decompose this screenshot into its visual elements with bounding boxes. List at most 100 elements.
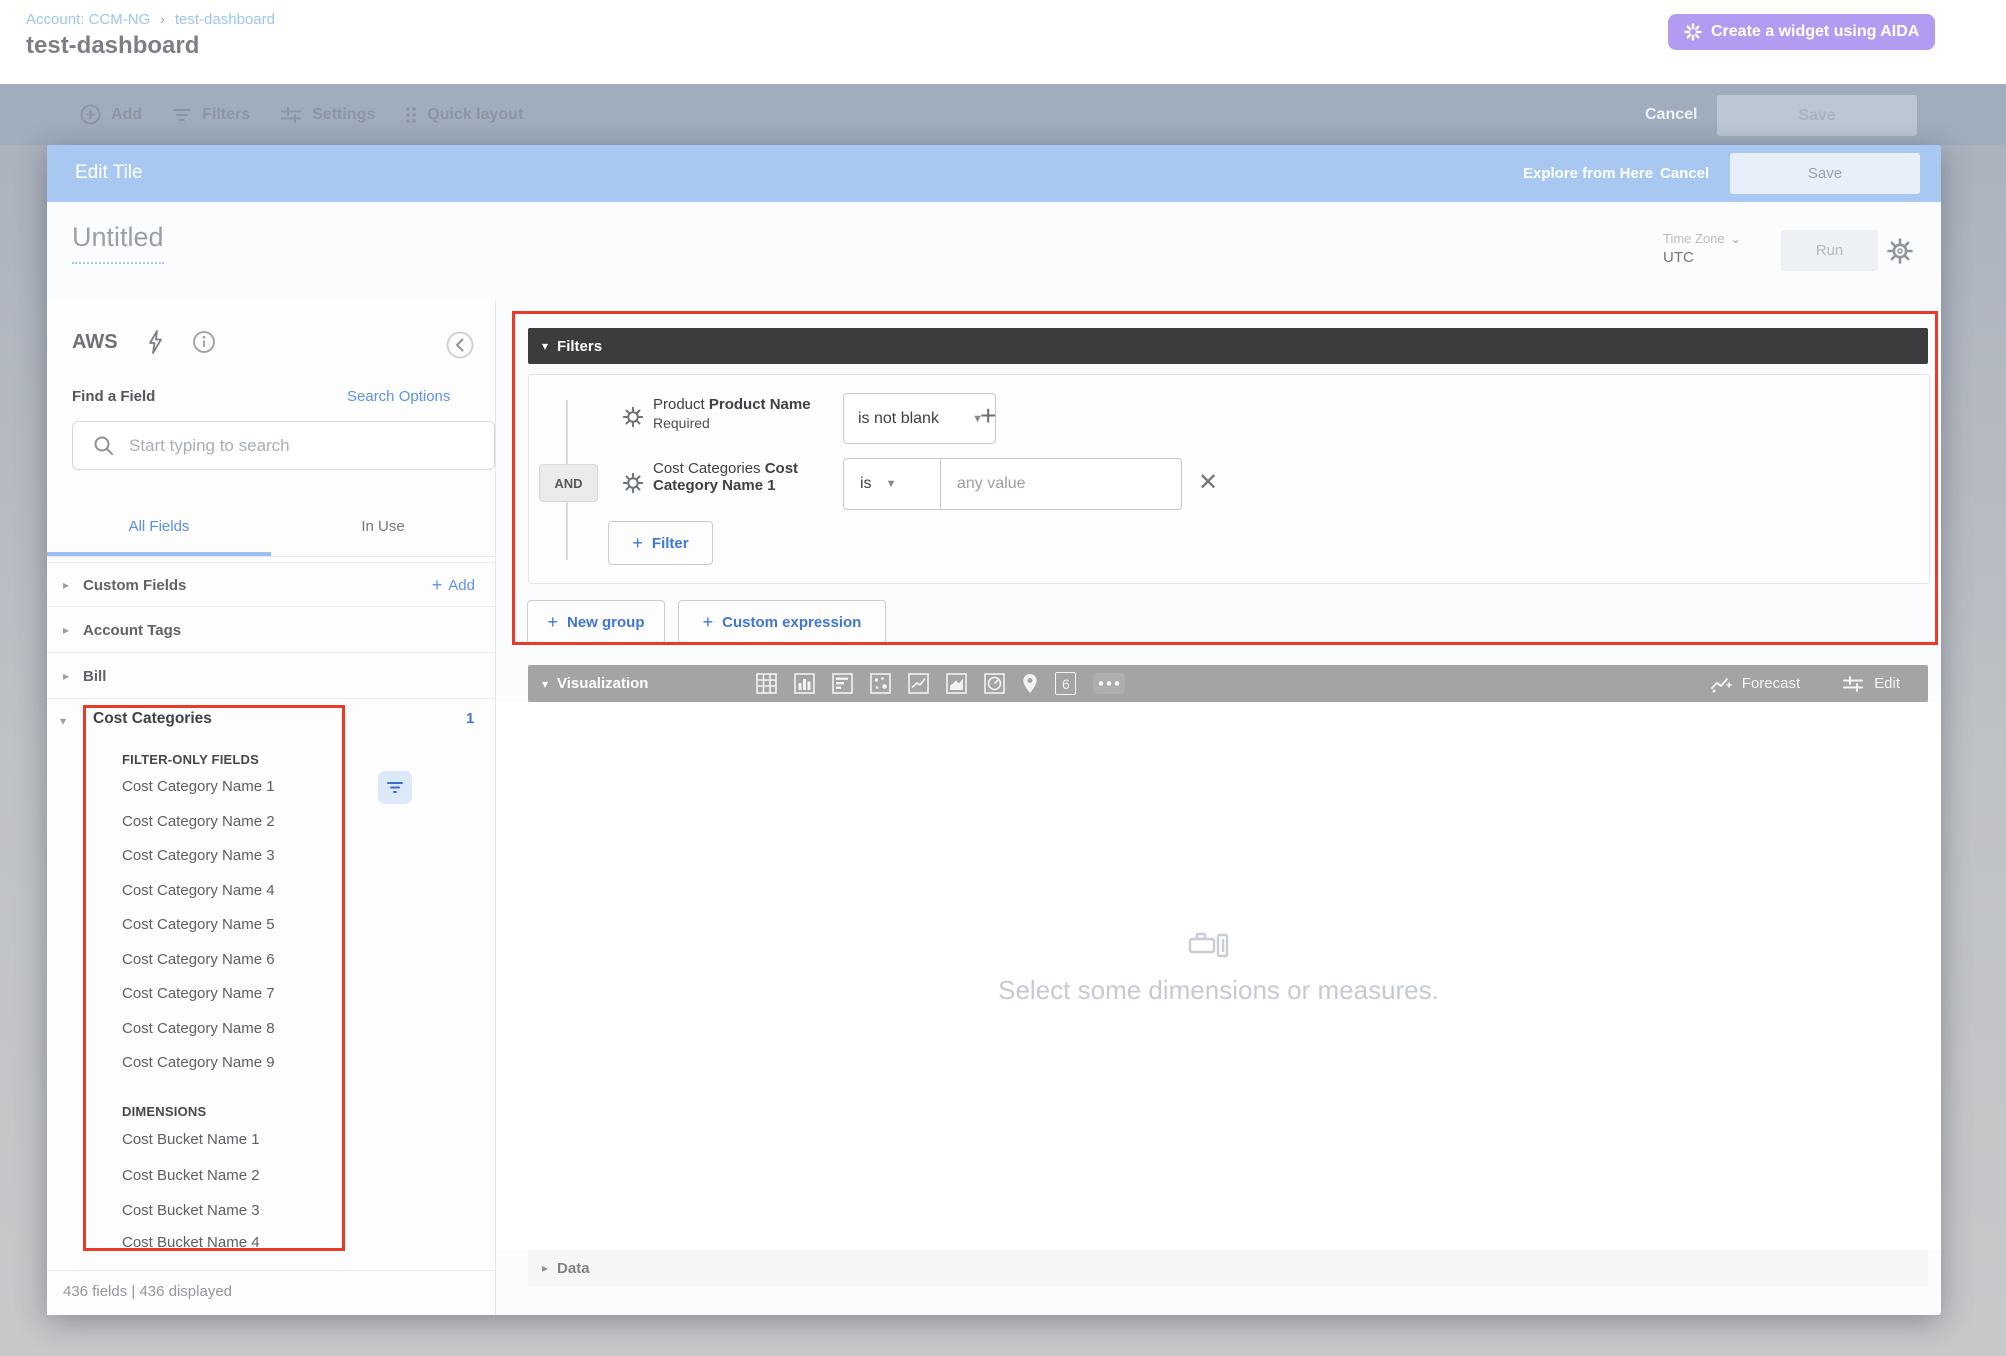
query-settings-gear-icon[interactable] bbox=[1886, 237, 1914, 265]
breadcrumb-current-link[interactable]: test-dashboard bbox=[175, 11, 275, 28]
filter-required-note: Required bbox=[653, 415, 710, 431]
tab-in-use[interactable]: In Use bbox=[271, 518, 495, 535]
forecast-button[interactable]: Forecast bbox=[1710, 675, 1800, 693]
filter-value-input[interactable] bbox=[941, 459, 1181, 509]
map-pin-icon[interactable] bbox=[1022, 673, 1038, 694]
tab-all-fields[interactable]: All Fields bbox=[47, 518, 271, 535]
tile-title-input[interactable]: Untitled bbox=[72, 222, 164, 264]
table-icon[interactable] bbox=[756, 673, 777, 694]
toolbar-filters-button[interactable]: Filters bbox=[172, 106, 250, 124]
field-cost-category-name-8[interactable]: Cost Category Name 8 bbox=[122, 1020, 275, 1037]
filter-gear-icon[interactable] bbox=[622, 472, 644, 494]
active-tab-underline bbox=[47, 552, 271, 556]
custom-expression-button[interactable]: + Custom expression bbox=[678, 600, 886, 644]
breadcrumb-chevron-icon: › bbox=[150, 11, 175, 27]
aida-button-label: Create a widget using AIDA bbox=[1711, 23, 1919, 41]
visualization-section-header[interactable]: ▾ Visualization 6 Forecast Edit bbox=[528, 665, 1928, 702]
field-cost-category-name-7[interactable]: Cost Category Name 7 bbox=[122, 985, 275, 1002]
sidebar-item-bill[interactable]: ▸ Bill bbox=[47, 652, 495, 699]
empty-state-message: Select some dimensions or measures. bbox=[496, 975, 1941, 1006]
search-icon bbox=[93, 435, 114, 456]
visualization-type-picker: 6 bbox=[756, 672, 1125, 695]
area-chart-icon[interactable] bbox=[946, 673, 967, 694]
filter-gear-icon[interactable] bbox=[622, 406, 644, 428]
drag-dots-icon bbox=[405, 106, 417, 124]
chevron-down-icon: ⌄ bbox=[1731, 232, 1741, 246]
flashlight-empty-state-icon bbox=[1188, 931, 1232, 959]
add-filter-button[interactable]: + Filter bbox=[608, 521, 713, 565]
field-cost-category-name-5[interactable]: Cost Category Name 5 bbox=[122, 916, 275, 933]
data-section-header[interactable]: ▸ Data bbox=[528, 1250, 1928, 1286]
search-options-link[interactable]: Search Options bbox=[347, 388, 450, 405]
field-cost-category-name-3[interactable]: Cost Category Name 3 bbox=[122, 847, 275, 864]
search-input[interactable] bbox=[127, 435, 482, 457]
timezone-selector[interactable]: Time Zone ⌄ bbox=[1663, 231, 1741, 246]
plus-icon: + bbox=[703, 613, 714, 631]
filter-funnel-icon bbox=[387, 781, 403, 794]
field-cost-category-name-4[interactable]: Cost Category Name 4 bbox=[122, 882, 275, 899]
field-cost-category-name-1[interactable]: Cost Category Name 1 bbox=[122, 778, 275, 795]
field-cost-category-name-2[interactable]: Cost Category Name 2 bbox=[122, 813, 275, 830]
explore-header: AWS bbox=[72, 330, 216, 354]
data-section-title: Data bbox=[557, 1260, 590, 1277]
modal-save-button[interactable]: Save bbox=[1730, 153, 1920, 194]
filter-field-button[interactable] bbox=[378, 771, 412, 804]
field-cost-bucket-name-2[interactable]: Cost Bucket Name 2 bbox=[122, 1167, 260, 1184]
toolbar-add-button[interactable]: Add bbox=[80, 104, 142, 125]
divider bbox=[47, 1270, 495, 1271]
field-tabs: All Fields In Use bbox=[47, 505, 495, 557]
filter-field-label: Cost Categories Cost Category Name 1 bbox=[653, 460, 828, 494]
caret-right-icon: ▸ bbox=[63, 578, 69, 592]
filter-group-and-chip[interactable]: AND bbox=[539, 464, 598, 502]
modal-cancel-button[interactable]: Cancel bbox=[1660, 165, 1709, 182]
field-cost-bucket-name-3[interactable]: Cost Bucket Name 3 bbox=[122, 1202, 260, 1219]
toolbar-save-button[interactable]: Save bbox=[1717, 95, 1917, 136]
more-icon[interactable] bbox=[1093, 673, 1125, 694]
sidebar-item-custom-fields[interactable]: ▸ Custom Fields +Add bbox=[47, 562, 495, 607]
dashboard-toolbar-items: Add Filters Settings Quick layout bbox=[80, 84, 523, 145]
run-button[interactable]: Run bbox=[1781, 230, 1878, 271]
bar-chart-icon[interactable] bbox=[832, 673, 853, 694]
sidebar-item-account-tags[interactable]: ▸ Account Tags bbox=[47, 606, 495, 653]
add-filter-value-plus-icon[interactable]: + bbox=[980, 400, 996, 432]
caret-down-icon: ▾ bbox=[542, 677, 548, 691]
forecast-icon bbox=[1710, 675, 1732, 693]
filter-only-fields-header: FILTER-ONLY FIELDS bbox=[122, 752, 259, 767]
filter-operator-dropdown[interactable]: is ▼ bbox=[844, 459, 941, 509]
field-cost-bucket-name-4[interactable]: Cost Bucket Name 4 bbox=[122, 1234, 260, 1252]
explore-name: AWS bbox=[72, 331, 118, 354]
info-icon[interactable] bbox=[192, 330, 216, 354]
toolbar-cancel-button[interactable]: Cancel bbox=[1645, 84, 1697, 145]
remove-filter-icon[interactable]: ✕ bbox=[1198, 468, 1218, 496]
field-cost-category-name-6[interactable]: Cost Category Name 6 bbox=[122, 951, 275, 968]
lightning-bolt-icon bbox=[146, 330, 164, 354]
collapse-sidebar-icon[interactable] bbox=[446, 331, 474, 359]
add-circle-icon bbox=[80, 104, 101, 125]
filters-section-header[interactable]: ▾ Filters bbox=[528, 328, 1928, 364]
filter-operator-dropdown[interactable]: is not blank ▼ bbox=[843, 393, 996, 444]
pie-chart-icon[interactable] bbox=[984, 673, 1005, 694]
screen: Account: CCM-NG › test-dashboard test-da… bbox=[0, 0, 2006, 1356]
caret-right-icon: ▸ bbox=[63, 623, 69, 637]
toolbar-quick-layout-button[interactable]: Quick layout bbox=[405, 106, 523, 124]
line-chart-icon[interactable] bbox=[908, 673, 929, 694]
field-cost-category-name-9[interactable]: Cost Category Name 9 bbox=[122, 1054, 275, 1071]
scatter-chart-icon[interactable] bbox=[870, 673, 891, 694]
explore-from-here-link[interactable]: Explore from Here bbox=[1523, 165, 1653, 182]
field-cost-bucket-name-1[interactable]: Cost Bucket Name 1 bbox=[122, 1131, 260, 1148]
caret-down-icon: ▼ bbox=[886, 478, 897, 490]
edit-tile-header bbox=[47, 145, 1941, 202]
breadcrumb-account-link[interactable]: Account: CCM-NG bbox=[26, 11, 150, 28]
create-widget-aida-button[interactable]: Create a widget using AIDA bbox=[1668, 14, 1935, 50]
add-custom-field-button[interactable]: +Add bbox=[432, 576, 475, 594]
toolbar-settings-button[interactable]: Settings bbox=[280, 106, 375, 124]
single-value-icon[interactable]: 6 bbox=[1055, 672, 1076, 695]
field-search[interactable] bbox=[72, 421, 495, 470]
column-chart-icon[interactable] bbox=[794, 673, 815, 694]
edit-visualization-button[interactable]: Edit bbox=[1842, 675, 1900, 693]
new-group-button[interactable]: + New group bbox=[527, 600, 665, 644]
dimensions-header: DIMENSIONS bbox=[122, 1104, 206, 1119]
sidebar-item-cost-categories[interactable]: Cost Categories bbox=[93, 710, 212, 728]
caret-down-icon[interactable]: ▾ bbox=[60, 714, 66, 728]
filter-field-label: Product Product Name bbox=[653, 396, 833, 413]
